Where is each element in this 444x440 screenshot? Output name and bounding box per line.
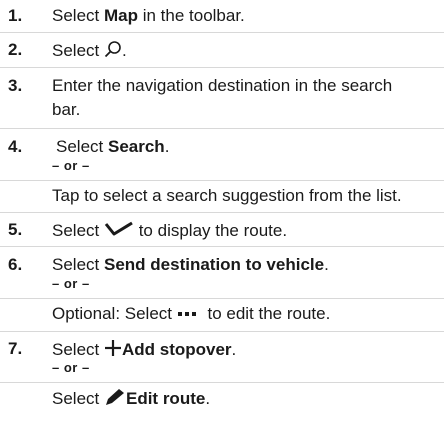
- step-text: Select Map in the toolbar.: [52, 6, 245, 25]
- step-number: 7.: [8, 339, 23, 358]
- or-separator: – or –: [52, 158, 90, 173]
- step-text: Select Add stopover.: [52, 339, 236, 362]
- or-separator: – or –: [52, 276, 90, 291]
- alt-step-text: Select Edit route.: [52, 388, 210, 411]
- divider: [0, 298, 444, 299]
- ui-term: Add stopover: [121, 339, 232, 359]
- step-number: 4.: [8, 137, 23, 156]
- step-text: Select to display the route.: [52, 220, 287, 243]
- more-icon: [177, 305, 203, 325]
- step-text: Select .: [52, 40, 127, 63]
- alt-step-text: Optional: Select to edit the route.: [52, 304, 331, 325]
- step-number: 6.: [8, 255, 23, 274]
- step-number: 2.: [8, 40, 23, 59]
- divider: [0, 331, 444, 332]
- divider: [0, 180, 444, 181]
- ui-term: Edit route: [125, 388, 206, 408]
- divider: [0, 382, 444, 383]
- divider: [0, 67, 444, 68]
- divider: [0, 212, 444, 213]
- divider: [0, 32, 444, 33]
- step-number: 3.: [8, 76, 23, 95]
- ui-term: Send destination to vehicle: [103, 255, 325, 274]
- step-number: 1.: [8, 6, 23, 25]
- chevron-down-icon: [104, 220, 134, 243]
- step-text: Select Search.: [56, 137, 170, 156]
- step-text: Enter the navigation destination in the …: [52, 76, 393, 95]
- divider: [0, 246, 444, 247]
- search-icon: [104, 40, 122, 63]
- plus-icon: [104, 339, 122, 362]
- ui-term: Map: [103, 6, 138, 25]
- ui-term: Search: [107, 137, 165, 156]
- step-text: Select Send destination to vehicle.: [52, 255, 329, 274]
- step-text-continued: bar.: [52, 100, 81, 119]
- step-number: 5.: [8, 220, 23, 239]
- or-separator: – or –: [52, 360, 90, 375]
- divider: [0, 128, 444, 129]
- alt-step-text: Tap to select a search suggestion from t…: [52, 186, 402, 205]
- pencil-icon: [104, 388, 126, 411]
